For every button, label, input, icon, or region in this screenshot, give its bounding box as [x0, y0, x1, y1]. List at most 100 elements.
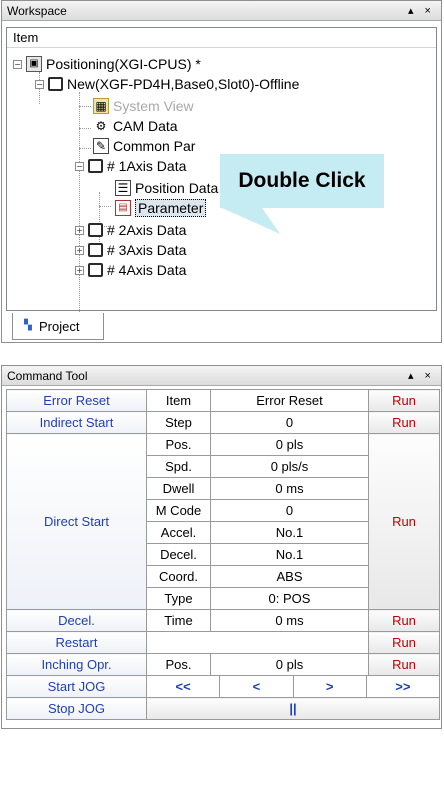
- direct-start-label: Direct Start: [6, 433, 147, 610]
- plc-cpu-icon: ▣: [26, 56, 42, 72]
- item-label: M Code: [146, 499, 211, 522]
- collapse-icon[interactable]: −: [35, 79, 44, 89]
- system-view-icon: ▦: [93, 98, 109, 114]
- tree-node-common-parameter[interactable]: ✎ Common Par: [93, 136, 195, 156]
- command-tool-panel: Command Tool ▴ × Error Reset Item Error …: [1, 365, 442, 729]
- command-tool-title-bar: Command Tool ▴ ×: [2, 366, 441, 386]
- inching-pos-value[interactable]: 0 pls: [210, 653, 369, 676]
- workspace-title: Workspace: [7, 3, 67, 18]
- item-label: Dwell: [146, 477, 211, 500]
- error-reset-run-button[interactable]: Run: [368, 389, 440, 412]
- parameter-icon: ▤: [115, 200, 131, 216]
- workspace-tab-strip: ▚ Project: [6, 313, 437, 341]
- tree-node-label: # 1Axis Data: [107, 158, 187, 174]
- indirect-start-label: Indirect Start: [6, 411, 147, 434]
- decel-label: Decel.: [6, 609, 147, 632]
- common-parameter-icon: ✎: [93, 138, 109, 154]
- table-row: Direct Start Pos. 0 pls Run: [6, 433, 440, 610]
- item-label: Time: [146, 609, 211, 632]
- table-row: Decel. Time 0 ms Run: [6, 609, 440, 632]
- table-row: Restart Run: [6, 631, 440, 654]
- jog-buttons: << < > >>: [146, 675, 440, 698]
- tree-node-cam-data[interactable]: ⚙ CAM Data: [93, 116, 178, 136]
- item-label: Item: [146, 389, 211, 412]
- tree-node-parameter[interactable]: ▤ Parameter: [115, 198, 207, 218]
- item-label: Type: [146, 587, 211, 610]
- workspace-title-bar: Workspace ▴ ×: [2, 1, 441, 21]
- collapse-icon[interactable]: −: [75, 161, 84, 171]
- inching-label: Inching Opr.: [6, 653, 147, 676]
- tree-node-label: New(XGF-PD4H,Base0,Slot0)-Offline: [67, 76, 300, 92]
- direct-start-value[interactable]: 0: POS: [210, 587, 369, 610]
- tree-node-label: Parameter: [135, 199, 207, 217]
- indirect-start-run-button[interactable]: Run: [368, 411, 440, 434]
- tree-column-header: Item: [7, 28, 436, 48]
- item-label: Coord.: [146, 565, 211, 588]
- tree-node-axis3[interactable]: + # 3Axis Data: [75, 240, 186, 260]
- tree-node-position-data[interactable]: ☰ Position Data: [115, 178, 218, 198]
- error-reset-label: Error Reset: [6, 389, 147, 412]
- tab-label: Project: [39, 318, 80, 334]
- jog-fast-reverse-button[interactable]: <<: [147, 676, 219, 697]
- axis-icon: [88, 223, 103, 237]
- jog-forward-button[interactable]: >: [292, 676, 366, 697]
- tree-node-label: Position Data: [135, 180, 219, 196]
- direct-start-value[interactable]: No.1: [210, 521, 369, 544]
- direct-start-value[interactable]: 0 pls/s: [210, 455, 369, 478]
- expand-icon[interactable]: +: [75, 245, 84, 255]
- direct-start-value[interactable]: 0 ms: [210, 477, 369, 500]
- table-row: Error Reset Item Error Reset Run: [6, 389, 440, 412]
- jog-fast-forward-button[interactable]: >>: [365, 676, 439, 697]
- decel-time-value[interactable]: 0 ms: [210, 609, 369, 632]
- axis-icon: [88, 243, 103, 257]
- item-label: Decel.: [146, 543, 211, 566]
- item-label: Spd.: [146, 455, 211, 478]
- restart-label: Restart: [6, 631, 147, 654]
- command-tool-window-controls[interactable]: ▴ ×: [408, 369, 435, 382]
- expand-icon[interactable]: +: [75, 265, 84, 275]
- cam-data-icon: ⚙: [95, 119, 107, 133]
- tree-node-axis4[interactable]: + # 4Axis Data: [75, 260, 186, 280]
- axis-icon: [88, 263, 103, 277]
- tree-node-root[interactable]: − ▣ Positioning(XGI-CPUS) *: [13, 54, 201, 74]
- direct-start-run-button[interactable]: Run: [368, 433, 440, 610]
- tree-node-label: # 4Axis Data: [107, 262, 187, 278]
- axis-icon: [88, 159, 103, 173]
- error-reset-value[interactable]: Error Reset: [210, 389, 369, 412]
- restart-empty-cell: [146, 631, 369, 654]
- direct-start-value[interactable]: No.1: [210, 543, 369, 566]
- table-row: Inching Opr. Pos. 0 pls Run: [6, 653, 440, 676]
- tree-node-axis1[interactable]: − # 1Axis Data: [75, 156, 186, 176]
- item-label: Pos.: [146, 653, 211, 676]
- tree-node-label: # 3Axis Data: [107, 242, 187, 258]
- tree-node-label: Positioning(XGI-CPUS) *: [46, 56, 201, 72]
- project-tree-icon: ▚: [24, 320, 32, 331]
- jog-reverse-button[interactable]: <: [219, 676, 292, 697]
- command-table: Error Reset Item Error Reset Run Indirec…: [6, 389, 440, 720]
- tree-node-module[interactable]: − New(XGF-PD4H,Base0,Slot0)-Offline: [35, 74, 299, 94]
- tree-node-axis2[interactable]: + # 2Axis Data: [75, 220, 186, 240]
- expand-icon[interactable]: +: [75, 225, 84, 235]
- stop-jog-button[interactable]: ||: [146, 697, 440, 720]
- workspace-window-controls[interactable]: ▴ ×: [408, 4, 435, 17]
- tree-node-system-view[interactable]: ▦ System View: [93, 96, 194, 116]
- decel-run-button[interactable]: Run: [368, 609, 440, 632]
- direct-start-value[interactable]: 0: [210, 499, 369, 522]
- command-tool-title: Command Tool: [7, 368, 88, 383]
- direct-start-value[interactable]: ABS: [210, 565, 369, 588]
- inching-run-button[interactable]: Run: [368, 653, 440, 676]
- table-row: Start JOG << < > >>: [6, 675, 440, 698]
- start-jog-label: Start JOG: [6, 675, 147, 698]
- tab-project[interactable]: ▚ Project: [12, 313, 104, 340]
- restart-run-button[interactable]: Run: [368, 631, 440, 654]
- position-data-icon: ☰: [115, 180, 131, 196]
- double-click-callout: Double Click: [220, 154, 384, 208]
- direct-start-value[interactable]: 0 pls: [210, 433, 369, 456]
- collapse-icon[interactable]: −: [13, 59, 22, 69]
- item-label: Step: [146, 411, 211, 434]
- table-row: Stop JOG ||: [6, 697, 440, 720]
- table-row: Indirect Start Step 0 Run: [6, 411, 440, 434]
- tree-node-label: CAM Data: [113, 118, 178, 134]
- tree-node-label: System View: [113, 98, 194, 114]
- indirect-start-step-value[interactable]: 0: [210, 411, 369, 434]
